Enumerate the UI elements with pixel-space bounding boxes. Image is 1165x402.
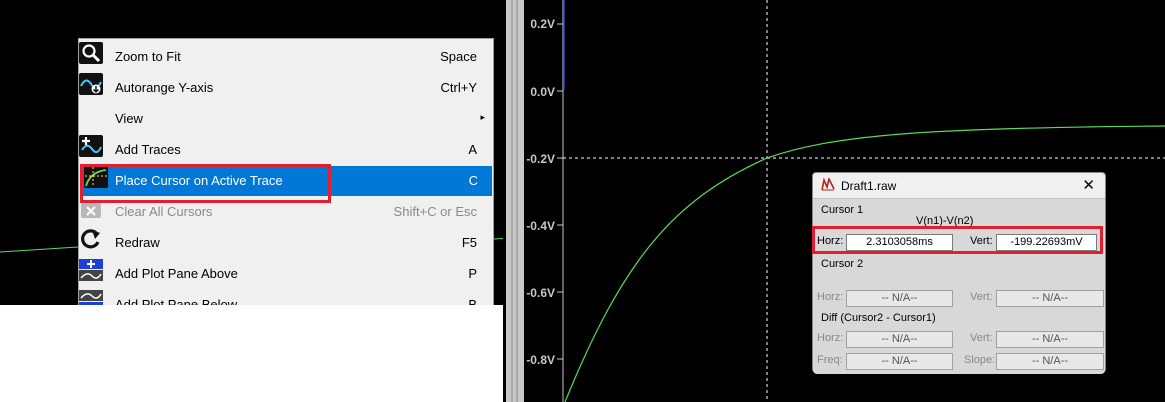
add-pane-below-icon bbox=[79, 290, 103, 305]
menu-shortcut-autorange: Ctrl+Y bbox=[440, 80, 477, 95]
cursor2-horz-label: Horz: bbox=[817, 291, 844, 303]
dialog-body: Cursor 1 V(n1)-V(n2) Horz: 2.3103058ms V… bbox=[813, 198, 1105, 374]
clear-cursors-icon bbox=[81, 203, 101, 218]
menu-label-view: View bbox=[115, 111, 143, 126]
redraw-icon bbox=[81, 229, 100, 249]
y-tick-label: 0.2V bbox=[530, 17, 555, 31]
diff-freq-field: -- N/A-- bbox=[846, 353, 953, 370]
cursor-dialog: Draft1.raw ✕ Cursor 1 V(n1)-V(n2) Horz: … bbox=[812, 172, 1106, 374]
trace-segment-right bbox=[493, 238, 503, 240]
diff-vert-field: -- N/A-- bbox=[996, 331, 1104, 348]
close-icon[interactable]: ✕ bbox=[1082, 176, 1095, 194]
cursor1-label: Cursor 1 bbox=[821, 204, 864, 216]
menu-item-view[interactable]: View ▸ bbox=[79, 104, 493, 134]
menu-item-add-plot-pane-above[interactable]: Add Plot Pane Above P bbox=[79, 259, 493, 289]
menu-item-clear-all-cursors[interactable]: Clear All Cursors Shift+C or Esc bbox=[79, 197, 493, 227]
menu-shortcut-add-pane-above: P bbox=[468, 266, 477, 281]
menu-item-redraw[interactable]: Redraw F5 bbox=[79, 228, 493, 258]
cursor2-horz-field: -- N/A-- bbox=[846, 290, 953, 307]
menu-item-zoom-to-fit[interactable]: Zoom to Fit Space bbox=[79, 42, 493, 72]
menu-label-add-pane-above: Add Plot Pane Above bbox=[115, 266, 238, 281]
cursor1-horz-label: Horz: bbox=[817, 235, 844, 247]
cursor1-horz-field[interactable]: 2.3103058ms bbox=[846, 234, 953, 251]
ltspice-logo-icon bbox=[821, 178, 835, 191]
cursor2-vert-field: -- N/A-- bbox=[996, 290, 1104, 307]
menu-shortcut-add-traces: A bbox=[468, 142, 477, 157]
place-cursor-icon bbox=[84, 166, 108, 188]
menu-item-add-plot-pane-below[interactable]: Add Plot Pane Below B bbox=[79, 290, 493, 305]
diff-freq-label: Freq: bbox=[817, 354, 843, 366]
cursor1-vert-label: Vert: bbox=[970, 235, 993, 247]
submenu-arrow-icon: ▸ bbox=[480, 112, 485, 122]
add-traces-icon bbox=[79, 135, 103, 157]
menu-item-add-traces[interactable]: Add Traces A bbox=[79, 135, 493, 165]
cursor1-vert-field[interactable]: -199.22693mV bbox=[996, 234, 1097, 251]
frame-strip bbox=[506, 0, 524, 402]
trace-name: V(n1)-V(n2) bbox=[916, 215, 974, 227]
menu-label-place-cursor: Place Cursor on Active Trace bbox=[115, 173, 283, 188]
zoom-to-fit-icon bbox=[79, 42, 103, 64]
diff-horz-field: -- N/A-- bbox=[846, 331, 953, 348]
diff-vert-label: Vert: bbox=[970, 332, 993, 344]
trace-segment-left bbox=[0, 246, 79, 253]
menu-label-add-pane-below: Add Plot Pane Below bbox=[115, 297, 238, 305]
menu-shortcut-zoom-to-fit: Space bbox=[440, 49, 477, 64]
menu-item-place-cursor[interactable]: Place Cursor on Active Trace C bbox=[81, 166, 492, 196]
context-menu: Zoom to Fit Space Autorange Y-axis Ctrl+… bbox=[78, 38, 494, 305]
dialog-title: Draft1.raw bbox=[841, 179, 897, 193]
cursor2-label: Cursor 2 bbox=[821, 258, 864, 270]
left-plot-background: Zoom to Fit Space Autorange Y-axis Ctrl+… bbox=[0, 0, 503, 305]
menu-shortcut-add-pane-below: B bbox=[468, 297, 477, 305]
y-tick-label: 0.0V bbox=[530, 85, 555, 99]
menu-shortcut-place-cursor: C bbox=[468, 173, 478, 188]
menu-item-autorange-y-axis[interactable]: Autorange Y-axis Ctrl+Y bbox=[79, 73, 493, 103]
y-tick-label: -0.4V bbox=[526, 219, 555, 233]
menu-label-zoom-to-fit: Zoom to Fit bbox=[115, 49, 181, 64]
add-pane-above-icon bbox=[79, 259, 103, 281]
menu-label-redraw: Redraw bbox=[115, 235, 160, 250]
menu-label-autorange: Autorange Y-axis bbox=[115, 80, 214, 95]
diff-label: Diff (Cursor2 - Cursor1) bbox=[821, 312, 936, 324]
diff-slope-label: Slope: bbox=[964, 354, 996, 366]
y-ticks bbox=[557, 23, 563, 360]
diff-slope-field: -- N/A-- bbox=[996, 353, 1104, 370]
menu-shortcut-redraw: F5 bbox=[461, 235, 477, 250]
menu-label-add-traces: Add Traces bbox=[115, 142, 181, 157]
menu-label-clear-cursors: Clear All Cursors bbox=[115, 204, 213, 219]
cursor2-vert-label: Vert: bbox=[970, 291, 993, 303]
autorange-icon bbox=[79, 73, 103, 95]
y-tick-label: -0.2V bbox=[526, 152, 555, 166]
y-tick-label: -0.6V bbox=[526, 286, 555, 300]
menu-shortcut-clear-cursors: Shift+C or Esc bbox=[393, 204, 477, 219]
diff-horz-label: Horz: bbox=[817, 332, 844, 344]
y-tick-label: -0.8V bbox=[526, 353, 555, 367]
